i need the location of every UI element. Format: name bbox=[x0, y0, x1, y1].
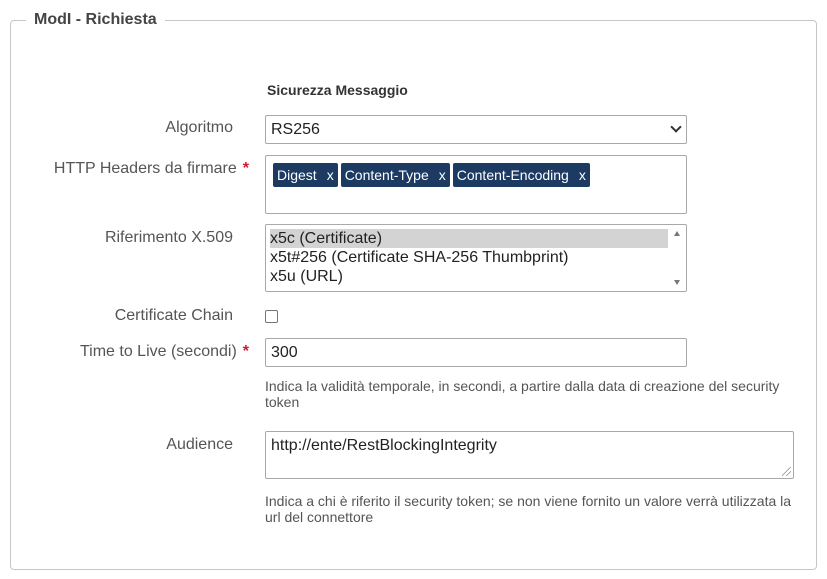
http-headers-tag-input[interactable]: Digest x Content-Type x Content-Encoding x bbox=[265, 155, 687, 214]
listbox-option[interactable]: x5c (Certificate) bbox=[270, 229, 668, 248]
required-marker: * bbox=[242, 343, 249, 360]
audience-textarea[interactable]: http://ente/RestBlockingIntegrity bbox=[265, 431, 794, 479]
scroll-up-icon[interactable] bbox=[674, 231, 680, 236]
remove-tag-icon[interactable]: x bbox=[327, 167, 334, 183]
audience-hint: Indica a chi è riferito il security toke… bbox=[265, 493, 792, 525]
section-title: Sicurezza Messaggio bbox=[267, 82, 408, 98]
riferimento-label: Riferimento X.509 bbox=[104, 229, 233, 246]
tag-content-encoding: Content-Encoding x bbox=[452, 163, 590, 187]
tag-content-type: Content-Type x bbox=[340, 163, 450, 187]
ttl-hint: Indica la validità temporale, in secondi… bbox=[265, 378, 780, 410]
certificate-chain-label: Certificate Chain bbox=[114, 307, 233, 324]
audience-value: http://ente/RestBlockingIntegrity bbox=[271, 437, 497, 454]
chevron-down-icon bbox=[670, 121, 682, 133]
remove-tag-icon[interactable]: x bbox=[439, 167, 446, 183]
algoritmo-value: RS256 bbox=[271, 121, 320, 138]
ttl-value: 300 bbox=[271, 344, 298, 361]
required-marker: * bbox=[242, 160, 249, 177]
tag-digest: Digest x bbox=[273, 163, 338, 187]
fieldset-legend: ModI - Richiesta bbox=[26, 10, 165, 30]
riferimento-listbox[interactable]: x5c (Certificate) x5t#256 (Certificate S… bbox=[265, 224, 687, 292]
certificate-chain-checkbox[interactable] bbox=[265, 310, 278, 323]
listbox-option[interactable]: x5t#256 (Certificate SHA-256 Thumbprint) bbox=[270, 248, 668, 267]
http-headers-label: HTTP Headers da firmare * bbox=[53, 160, 249, 177]
algoritmo-select[interactable]: RS256 bbox=[265, 115, 687, 144]
audience-label: Audience bbox=[166, 436, 233, 453]
ttl-input[interactable]: 300 bbox=[265, 338, 687, 367]
listbox-scrollbar[interactable] bbox=[670, 226, 685, 290]
algoritmo-label: Algoritmo bbox=[165, 119, 233, 136]
modi-richiesta-fieldset bbox=[10, 20, 817, 570]
scroll-down-icon[interactable] bbox=[674, 280, 680, 285]
resize-grip-icon[interactable] bbox=[782, 467, 791, 476]
ttl-label: Time to Live (secondi) * bbox=[79, 343, 249, 360]
remove-tag-icon[interactable]: x bbox=[579, 167, 586, 183]
listbox-option[interactable]: x5u (URL) bbox=[270, 267, 668, 286]
